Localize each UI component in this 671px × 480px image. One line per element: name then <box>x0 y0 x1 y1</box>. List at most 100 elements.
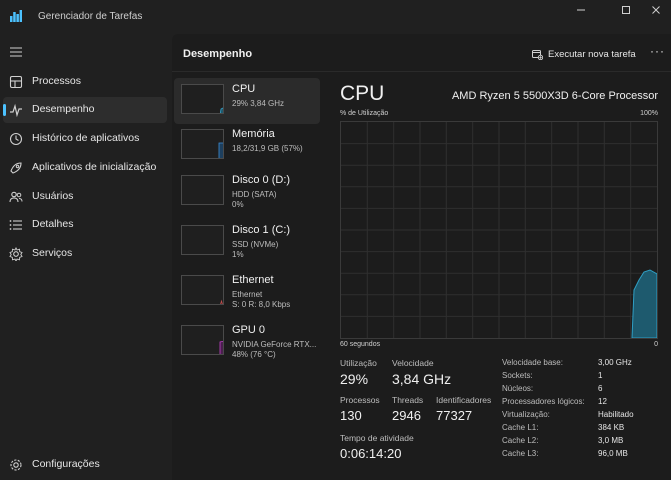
sidebar-item-detalhes[interactable]: Detalhes <box>3 212 167 238</box>
threads-value: 2946 <box>392 408 421 423</box>
sidebar-item-configuracoes[interactable]: Configurações <box>3 452 167 478</box>
sidebar-item-label: Desempenho <box>32 103 95 115</box>
sidebar-item-label: Usuários <box>32 190 74 202</box>
sidebar-item-historico[interactable]: Histórico de aplicativos <box>3 126 167 152</box>
spec-value: 3,00 GHz <box>598 358 632 367</box>
spec-value: 384 KB <box>598 423 625 432</box>
graph-y-max: 100% <box>640 110 658 117</box>
resource-detail-2: 1% <box>232 250 244 259</box>
resource-item-cpu[interactable]: CPU 29% 3,84 GHz <box>174 78 320 124</box>
resource-name: Ethernet <box>232 274 274 286</box>
title-bar: Gerenciador de Tarefas <box>0 0 671 34</box>
task-manager-app-icon <box>10 10 22 22</box>
resource-detail: 29% 3,84 GHz <box>232 99 285 108</box>
performance-icon <box>10 103 22 117</box>
resource-detail: SSD (NVMe) <box>232 240 279 249</box>
spec-label: Cache L3: <box>502 449 539 458</box>
cpu-thumbnail-graph <box>181 84 224 114</box>
minimize-button[interactable] <box>567 3 595 17</box>
sidebar-item-label: Histórico de aplicativos <box>32 132 140 144</box>
resource-detail: Ethernet <box>232 290 263 299</box>
graph-time-label: 60 segundos <box>340 341 381 348</box>
spec-value: Habilitado <box>598 410 634 419</box>
run-task-label: Executar nova tarefa <box>548 48 636 60</box>
gear-icon <box>10 459 22 471</box>
threads-label: Threads <box>392 395 424 405</box>
sidebar-item-inicializacao[interactable]: Aplicativos de inicialização <box>3 155 167 181</box>
sidebar-item-servicos[interactable]: Serviços <box>3 241 167 267</box>
cpu-model-name: AMD Ryzen 5 5500X3D 6-Core Processor <box>451 90 658 102</box>
uptime-label: Tempo de atividade <box>340 433 414 443</box>
resource-detail-2: 48% (76 °C) <box>232 350 276 359</box>
sidebar-item-label: Aplicativos de inicialização <box>32 161 157 173</box>
sidebar-item-label: Processos <box>32 75 82 87</box>
resource-detail-2: 0% <box>232 200 244 209</box>
resource-item-memoria[interactable]: Memória 18,2/31,9 GB (57%) <box>174 123 320 169</box>
resource-item-disco-0[interactable]: Disco 0 (D:) HDD (SATA) 0% <box>174 169 320 215</box>
details-icon <box>9 220 22 230</box>
resource-detail: NVIDIA GeForce RTX... <box>232 340 317 349</box>
processes-value: 130 <box>340 408 362 423</box>
minimize-icon <box>577 9 585 11</box>
graph-y-min: 0 <box>654 341 658 348</box>
sidebar-item-label: Configurações <box>32 458 100 470</box>
cpu-detail-panel: CPU AMD Ryzen 5 5500X3D 6-Core Processor… <box>340 78 660 478</box>
sidebar-item-label: Detalhes <box>32 218 74 230</box>
resource-name: Disco 1 (C:) <box>232 224 291 236</box>
page-header: Desempenho Executar nova tarefa ··· <box>172 34 671 72</box>
spec-label: Cache L1: <box>502 423 539 432</box>
cpu-utilization-graph <box>340 121 658 339</box>
cpu-heading: CPU <box>340 82 385 105</box>
maximize-icon <box>622 6 630 14</box>
spec-value: 96,0 MB <box>598 449 628 458</box>
startup-icon <box>10 162 22 174</box>
uptime-value: 0:06:14:20 <box>340 446 402 461</box>
resource-detail: HDD (SATA) <box>232 190 277 199</box>
resource-item-ethernet[interactable]: Ethernet Ethernet S: 0 R: 8,0 Kbps <box>174 269 320 315</box>
maximize-button[interactable] <box>612 3 640 17</box>
services-icon <box>9 247 23 261</box>
users-icon <box>9 191 23 203</box>
speed-label: Velocidade <box>392 358 434 368</box>
close-button[interactable] <box>642 3 670 17</box>
spec-value: 1 <box>598 371 603 380</box>
disk1-thumbnail-graph <box>181 225 224 255</box>
resource-name: Disco 0 (D:) <box>232 174 291 186</box>
utilization-value: 29% <box>340 371 369 387</box>
resource-item-gpu-0[interactable]: GPU 0 NVIDIA GeForce RTX... 48% (76 °C) <box>174 319 320 365</box>
more-options-button[interactable]: ··· <box>650 44 665 58</box>
close-icon <box>652 6 660 14</box>
main-panel: Desempenho Executar nova tarefa ··· CPU … <box>172 34 671 480</box>
resource-name: CPU <box>232 83 256 95</box>
processes-label: Processos <box>340 395 380 405</box>
sidebar-item-processos[interactable]: Processos <box>3 69 167 95</box>
resource-detail: 18,2/31,9 GB (57%) <box>232 144 303 153</box>
window-title: Gerenciador de Tarefas <box>38 11 143 22</box>
sidebar: Processos Desempenho Histórico de aplica… <box>0 34 172 480</box>
gpu-thumbnail-graph <box>181 325 224 355</box>
resource-item-disco-1[interactable]: Disco 1 (C:) SSD (NVMe) 1% <box>174 219 320 265</box>
speed-value: 3,84 GHz <box>392 371 452 387</box>
sidebar-item-usuarios[interactable]: Usuários <box>3 184 167 210</box>
spec-label: Cache L2: <box>502 436 539 445</box>
handles-value: 77327 <box>436 408 473 423</box>
active-indicator <box>3 104 6 116</box>
sidebar-item-desempenho[interactable]: Desempenho <box>3 97 167 123</box>
run-task-icon <box>532 49 543 60</box>
spec-value: 3,0 MB <box>598 436 624 445</box>
resource-name: Memória <box>232 128 275 140</box>
spec-label: Processadores lógicos: <box>502 397 585 406</box>
run-new-task-button[interactable]: Executar nova tarefa <box>532 46 636 62</box>
page-title: Desempenho <box>183 48 253 60</box>
spec-label: Velocidade base: <box>502 358 563 367</box>
spec-value: 12 <box>598 397 607 406</box>
utilization-label: Utilização <box>340 358 377 368</box>
sidebar-item-label: Serviços <box>32 247 73 259</box>
spec-label: Virtualização: <box>502 410 550 419</box>
spec-value: 6 <box>598 384 603 393</box>
grid-icon <box>9 75 23 89</box>
handles-label: Identificadores <box>436 395 492 405</box>
hamburger-menu-icon[interactable] <box>10 47 22 57</box>
spec-label: Sockets: <box>502 371 533 380</box>
graph-y-label: % de Utilização <box>340 110 389 117</box>
